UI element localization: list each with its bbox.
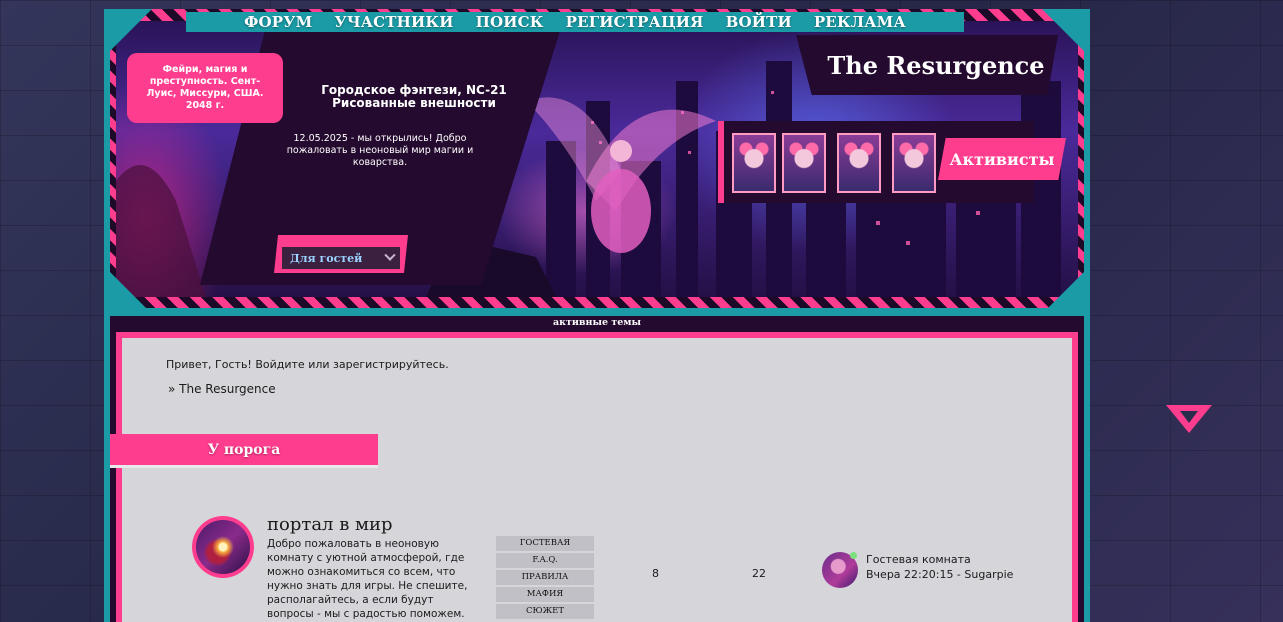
forum-sublinks: ГОСТЕВАЯ F.A.Q. ПРАВИЛА МАФИЯ СЮЖЕТ xyxy=(496,536,594,621)
nav-advertising[interactable]: РЕКЛАМА xyxy=(814,13,906,31)
top-navigation: ФОРУМ УЧАСТНИКИ ПОИСК РЕГИСТРАЦИЯ ВОЙТИ … xyxy=(186,12,964,32)
forum-title[interactable]: портал в мир xyxy=(267,514,393,535)
topics-count: 8 xyxy=(652,567,659,580)
activists-label: Активисты xyxy=(938,138,1066,180)
breadcrumb[interactable]: » The Resurgence xyxy=(168,382,276,396)
scroll-down-icon[interactable] xyxy=(1164,403,1214,435)
activist-avatar[interactable] xyxy=(892,133,936,193)
nav-forum[interactable]: ФОРУМ xyxy=(244,13,312,31)
sublink-mafia[interactable]: МАФИЯ xyxy=(496,587,594,602)
activist-avatar[interactable] xyxy=(837,133,881,193)
nav-search[interactable]: ПОИСК xyxy=(476,13,544,31)
sublink-faq[interactable]: F.A.Q. xyxy=(496,553,594,568)
last-post-meta: Вчера 22:20:15 - Sugarpie xyxy=(866,568,1014,581)
active-topics-link[interactable]: активные темы xyxy=(110,316,1084,330)
appearance-line: Рисованные внешности xyxy=(332,96,496,110)
sublink-guestbook[interactable]: ГОСТЕВАЯ xyxy=(496,536,594,551)
news-announcement: 12.05.2025 - мы открылись! Добро пожалов… xyxy=(286,133,474,168)
sublink-plot[interactable]: СЮЖЕТ xyxy=(496,604,594,619)
sublink-rules[interactable]: ПРАВИЛА xyxy=(496,570,594,585)
posts-count: 22 xyxy=(752,567,766,580)
forum-icon xyxy=(192,516,254,578)
nav-members[interactable]: УЧАСТНИКИ xyxy=(334,13,453,31)
last-post-title[interactable]: Гостевая комната xyxy=(866,553,971,566)
content-panel: Привет, Гость! Войдите или зарегистрируй… xyxy=(110,338,1072,622)
activist-avatar[interactable] xyxy=(782,133,826,193)
site-logo[interactable]: The Resurgence xyxy=(796,35,1058,95)
online-status-icon xyxy=(850,552,857,559)
main-area: активные темы Привет, Гость! Войдите или… xyxy=(104,314,1090,622)
guest-menu-label: Для гостей xyxy=(290,251,363,265)
chevron-down-icon xyxy=(384,249,396,261)
forum-description: Добро пожаловать в неоновую комнату с ую… xyxy=(267,538,468,620)
category-header: У порога xyxy=(110,434,378,468)
activist-avatar[interactable] xyxy=(732,133,776,193)
nav-register[interactable]: РЕГИСТРАЦИЯ xyxy=(566,13,704,31)
site-tagline: Фейри, магия и преступность. Сент-Луис, … xyxy=(127,53,283,123)
portal-icon xyxy=(196,520,250,574)
nav-login[interactable]: ВОЙТИ xyxy=(726,13,792,31)
content-frame: Привет, Гость! Войдите или зарегистрируй… xyxy=(110,332,1078,622)
guest-menu-select[interactable]: Для гостей xyxy=(282,247,400,269)
genre-description: Городское фэнтези, NC-21 Рисованные внеш… xyxy=(296,84,532,110)
main-inner: активные темы Привет, Гость! Войдите или… xyxy=(110,316,1084,622)
guest-greeting: Привет, Гость! Войдите или зарегистрируй… xyxy=(166,358,449,371)
